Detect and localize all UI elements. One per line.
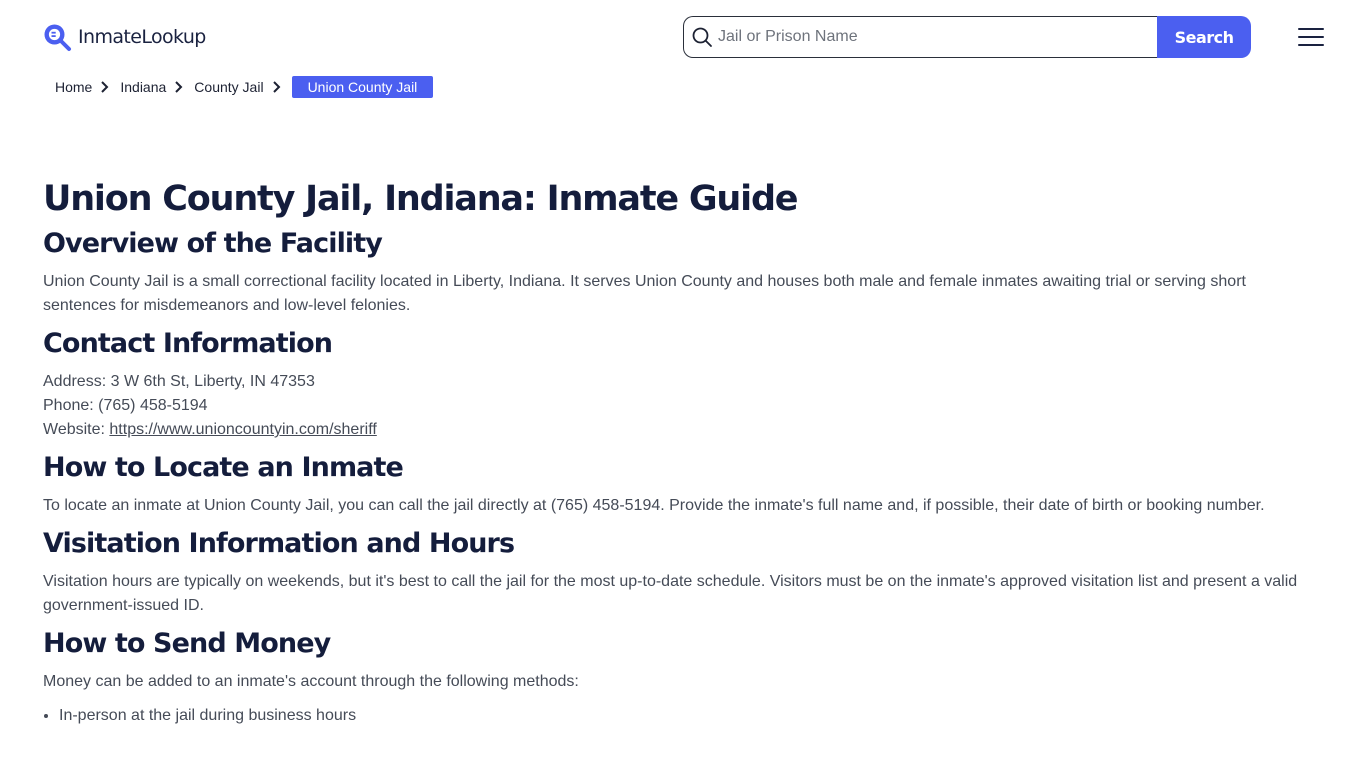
section-locate-inmate: How to Locate an Inmate To locate an inm…	[43, 448, 1323, 518]
section-contact: Contact Information Address: 3 W 6th St,…	[43, 324, 1323, 442]
section-overview: Overview of the Facility Union County Ja…	[43, 224, 1323, 318]
search-icon	[692, 27, 712, 47]
search-box	[683, 16, 1158, 58]
website-link[interactable]: https://www.unioncountyin.com/sheriff	[109, 421, 376, 438]
money-methods-list: In-person at the jail during business ho…	[43, 704, 1323, 728]
chevron-right-icon	[101, 81, 109, 93]
hamburger-menu-icon[interactable]	[1298, 26, 1324, 48]
section-text: To locate an inmate at Union County Jail…	[43, 497, 1265, 514]
phone-value: (765) 458-5194	[98, 397, 208, 414]
section-send-money: How to Send Money Money can be added to …	[43, 624, 1323, 728]
logo-text: InmateLookup	[78, 26, 206, 48]
search-form: Search	[683, 16, 1251, 58]
site-header: InmateLookup Search	[0, 0, 1366, 76]
breadcrumb-county-jail[interactable]: County Jail	[194, 79, 263, 95]
chevron-right-icon	[272, 81, 280, 93]
address-label: Address:	[43, 373, 111, 390]
contact-phone: Phone: (765) 458-5194	[43, 394, 1323, 418]
contact-website: Website: https://www.unioncountyin.com/s…	[43, 418, 1323, 442]
website-label: Website:	[43, 421, 110, 438]
section-heading: Visitation Information and Hours	[43, 528, 515, 559]
magnifier-logo-icon	[44, 24, 71, 51]
main-content: Union County Jail, Indiana: Inmate Guide…	[43, 174, 1323, 728]
contact-details: Address: 3 W 6th St, Liberty, IN 47353 P…	[43, 370, 1323, 442]
breadcrumb: Home Indiana County Jail Union County Ja…	[55, 76, 434, 98]
list-item: In-person at the jail during business ho…	[59, 704, 1323, 728]
chevron-right-icon	[175, 81, 183, 93]
address-value: 3 W 6th St, Liberty, IN 47353	[110, 373, 315, 390]
search-input[interactable]	[718, 28, 1138, 46]
section-heading: Contact Information	[43, 328, 333, 359]
section-text: Money can be added to an inmate's accoun…	[43, 673, 579, 690]
section-heading: How to Locate an Inmate	[43, 452, 404, 483]
phone-label: Phone:	[43, 397, 99, 414]
section-heading: Overview of the Facility	[43, 228, 383, 259]
breadcrumb-indiana[interactable]: Indiana	[120, 79, 166, 95]
breadcrumb-home[interactable]: Home	[55, 79, 92, 95]
breadcrumb-current: Union County Jail	[291, 76, 434, 98]
search-button[interactable]: Search	[1157, 16, 1251, 58]
section-text: Visitation hours are typically on weeken…	[43, 573, 1298, 614]
page-title: Union County Jail, Indiana: Inmate Guide	[43, 179, 799, 219]
section-visitation: Visitation Information and Hours Visitat…	[43, 524, 1323, 618]
site-logo[interactable]: InmateLookup	[42, 22, 206, 52]
section-text: Union County Jail is a small correctiona…	[43, 273, 1246, 314]
section-heading: How to Send Money	[43, 628, 331, 659]
contact-address: Address: 3 W 6th St, Liberty, IN 47353	[43, 370, 1323, 394]
